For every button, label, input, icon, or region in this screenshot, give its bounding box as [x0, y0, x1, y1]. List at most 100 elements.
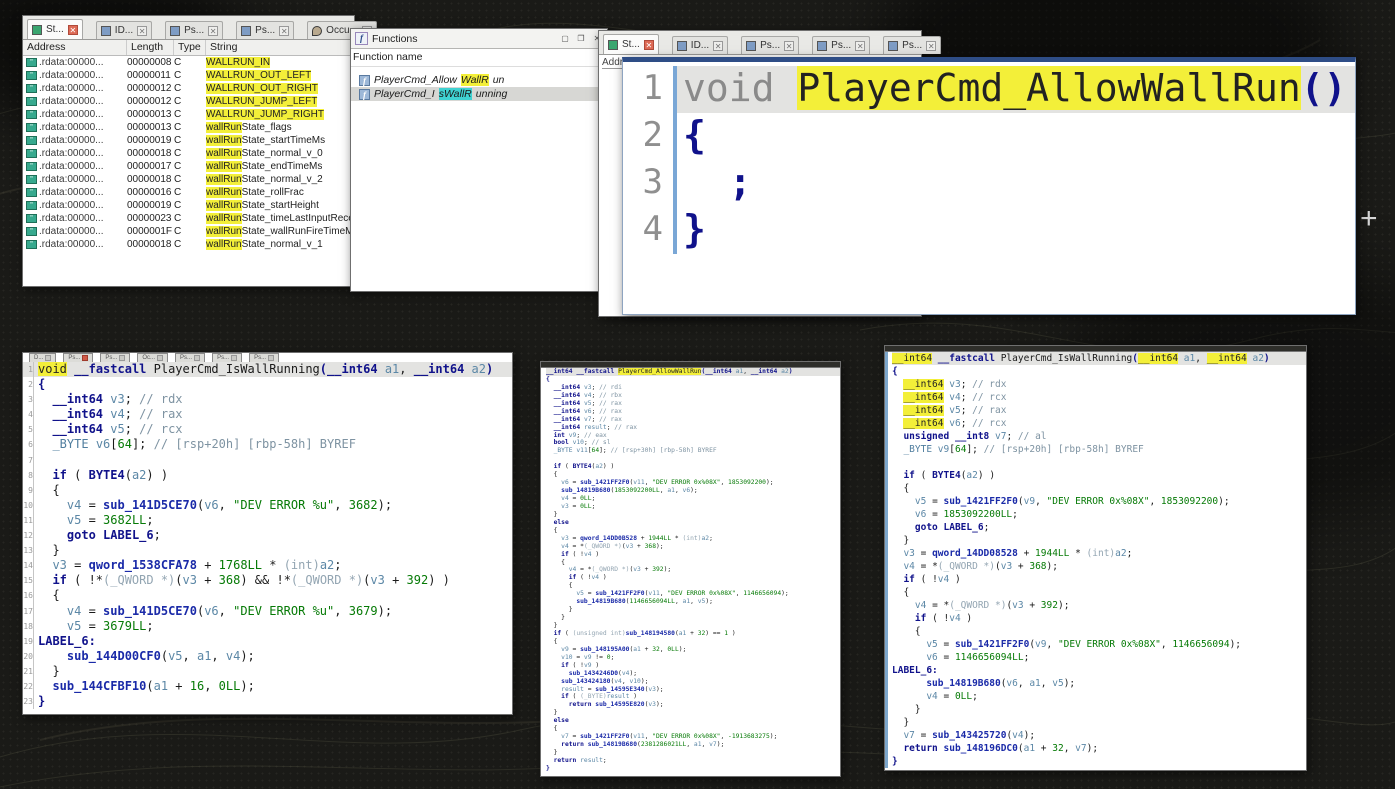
code-line[interactable]: 1 void PlayerCmd_AllowWallRun()	[623, 66, 1355, 113]
code-line[interactable]: if ( !v9 )	[546, 662, 840, 670]
code-line[interactable]: 21 }	[23, 663, 512, 679]
code-line[interactable]: 3 ;	[623, 160, 1355, 207]
code-line[interactable]: }	[546, 614, 840, 622]
code-line[interactable]: 23}	[23, 694, 512, 710]
code-line[interactable]: v4 = *(_QWORD *)(v3 + 368);	[892, 560, 1306, 573]
strings-table-row[interactable]: " .rdata:00000... 00000012 C WALLRUN_JUMP_LE…	[23, 95, 354, 108]
close-icon[interactable]	[194, 355, 201, 361]
code-line[interactable]: 3 __int64 v3; // rdx	[23, 392, 512, 408]
code-line[interactable]: {	[546, 582, 840, 590]
close-icon[interactable]	[231, 355, 238, 361]
code-line[interactable]: _BYTE v9[64]; // [rsp+20h] [rbp-58h] BYR…	[892, 443, 1306, 456]
code-line[interactable]: 2{	[623, 113, 1355, 160]
code-line[interactable]: 16 {	[23, 588, 512, 604]
clipped-tab[interactable]: Ps...	[63, 353, 94, 362]
code-line[interactable]: {	[892, 586, 1306, 599]
code-line[interactable]: 4}	[623, 207, 1355, 254]
code-line[interactable]: if ( BYTE4(a2) )	[892, 469, 1306, 482]
code-line[interactable]: v4 = 0LL;	[546, 495, 840, 503]
column-header-type[interactable]: Type	[174, 40, 206, 55]
code-line[interactable]: goto LABEL_6;	[892, 521, 1306, 534]
column-header-length[interactable]: Length	[127, 40, 174, 55]
strings-table-row[interactable]: " .rdata:00000... 00000023 CwallRunState_ti…	[23, 212, 354, 225]
code-line[interactable]: __int64 v7; // rax	[546, 416, 840, 424]
code-line[interactable]: {	[892, 625, 1306, 638]
code-line[interactable]: __int64 __fastcall PlayerCmd_IsWallRunni…	[892, 352, 1306, 365]
close-icon[interactable]	[82, 355, 89, 361]
strings-table-row[interactable]: " .rdata:00000... 00000019 CwallRunState_st…	[23, 134, 354, 147]
close-icon[interactable]	[157, 355, 164, 361]
close-icon[interactable]	[119, 355, 126, 361]
code-line[interactable]: sub_14819B680(1146656094LL, a1, v5);	[546, 598, 840, 606]
clipped-tab[interactable]: Ps...	[212, 353, 243, 362]
code-line[interactable]: 13 }	[23, 543, 512, 559]
code-line[interactable]: __int64 v6; // rcx	[892, 417, 1306, 430]
code-line[interactable]: 20 sub_144D00CF0(v5, a1, v4);	[23, 648, 512, 664]
code-line[interactable]: __int64 v5; // rax	[546, 400, 840, 408]
code-line[interactable]: 10 v4 = sub_141D5CE70(v6, "DEV ERROR %u"…	[23, 497, 512, 513]
code-line[interactable]: else	[546, 519, 840, 527]
clipped-tab[interactable]: Oc...	[137, 353, 169, 362]
code-line[interactable]: {	[546, 559, 840, 567]
code-line[interactable]: v10 = v9 != 0;	[546, 654, 840, 662]
code-line[interactable]: 18 v5 = 3679LL;	[23, 618, 512, 634]
tab-id[interactable]: ID... ✕	[671, 36, 729, 54]
float-icon[interactable]: ❐	[575, 33, 587, 45]
code-line[interactable]: __int64 v3; // rdi	[546, 384, 840, 392]
code-line[interactable]: {	[546, 527, 840, 535]
code-line[interactable]: __int64 result; // rax	[546, 424, 840, 432]
code-line[interactable]: sub_14819B680(1853092200LL, a1, v6);	[546, 487, 840, 495]
code-line[interactable]: 6 _BYTE v6[64]; // [rsp+20h] [rbp-58h] B…	[23, 437, 512, 453]
code-line[interactable]: __int64 v4; // rcx	[892, 391, 1306, 404]
close-icon[interactable]	[45, 355, 52, 361]
code-line[interactable]: 5 __int64 v5; // rcx	[23, 422, 512, 438]
code-line[interactable]: return result;	[546, 757, 840, 765]
code-line[interactable]: int v9; // eax	[546, 432, 840, 440]
code-line[interactable]: v3 = 0LL;	[546, 503, 840, 511]
code-line[interactable]: else	[546, 717, 840, 725]
code-line[interactable]: {	[892, 365, 1306, 378]
strings-table-row[interactable]: " .rdata:00000... 00000011 C WALLRUN_OUT_LEF…	[23, 69, 354, 82]
code-line[interactable]: v5 = sub_1421FF2F0(v9, "DEV ERROR 0x%08X…	[892, 638, 1306, 651]
column-header-address[interactable]: Address	[23, 40, 127, 55]
code-line[interactable]: 15 if ( !*(_QWORD *)(v3 + 368) && !*(_QW…	[23, 573, 512, 589]
code-line[interactable]: v9 = sub_148195A00(a1 + 32, 0LL);	[546, 646, 840, 654]
clipped-tab[interactable]: Ps...	[100, 353, 131, 362]
maximize-icon[interactable]: ▢	[559, 33, 571, 45]
code-line[interactable]: 1 void __fastcall PlayerCmd_IsWallRunning…	[23, 362, 512, 378]
code-line[interactable]: __int64 v3; // rdx	[892, 378, 1306, 391]
strings-table-row[interactable]: " .rdata:00000... 00000018 CwallRunState_no…	[23, 173, 354, 186]
strings-table-row[interactable]: " .rdata:00000... 00000008 C WALLRUN_IN	[23, 56, 354, 69]
code-line[interactable]: }	[546, 765, 840, 773]
functions-titlebar[interactable]: f Functions ▢ ❐ ✕	[351, 29, 607, 49]
code-line[interactable]: v5 = sub_1421FF2F0(v11, "DEV ERROR 0x%08…	[546, 590, 840, 598]
clipped-tab[interactable]: Ps...	[249, 353, 280, 362]
code-line[interactable]: sub_1434246D0(v4);	[546, 670, 840, 678]
code-line[interactable]: sub_143424180(v4, v10);	[546, 678, 840, 686]
code-line[interactable]: sub_14819B680(v6, a1, v5);	[892, 677, 1306, 690]
code-line[interactable]: __int64 v4; // rbx	[546, 392, 840, 400]
code-line[interactable]: v7 = sub_1421FF2F0(v11, "DEV ERROR 0x%08…	[546, 733, 840, 741]
code-line[interactable]: }	[892, 703, 1306, 716]
close-icon[interactable]: ✕	[855, 40, 866, 51]
code-line[interactable]: 7	[23, 452, 512, 468]
close-icon[interactable]: ✕	[279, 25, 290, 36]
tab-ps[interactable]: Ps... ✕	[165, 21, 224, 39]
code-line[interactable]: {	[892, 482, 1306, 495]
close-icon[interactable]: ✕	[67, 24, 78, 35]
code-line[interactable]: v5 = sub_1421FF2F0(v9, "DEV ERROR 0x%08X…	[892, 495, 1306, 508]
code-line[interactable]: return sub_148196DC0(a1 + 32, v7);	[892, 742, 1306, 755]
code-line[interactable]: v4 = *(_QWORD *)(v3 + 392);	[892, 599, 1306, 612]
strings-table-row[interactable]: " .rdata:00000... 00000013 CwallRunState_fl…	[23, 121, 354, 134]
code-line[interactable]: v4 = *(_QWORD *)(v3 + 392);	[546, 566, 840, 574]
code-line[interactable]: }	[892, 716, 1306, 729]
tab-ps[interactable]: Ps... ✕	[741, 36, 800, 54]
code-line[interactable]: }	[546, 511, 840, 519]
strings-table-row[interactable]: " .rdata:00000... 00000016 CwallRunState_ro…	[23, 186, 354, 199]
strings-table-row[interactable]: " .rdata:00000... 00000018 CwallRunState_no…	[23, 147, 354, 160]
code-line[interactable]: {	[546, 638, 840, 646]
code-line[interactable]: v7 = sub_143425720(v4);	[892, 729, 1306, 742]
code-line[interactable]: }	[546, 622, 840, 630]
strings-table-row[interactable]: " .rdata:00000... 00000018 CwallRunState_no…	[23, 238, 354, 251]
code-line[interactable]	[546, 455, 840, 463]
